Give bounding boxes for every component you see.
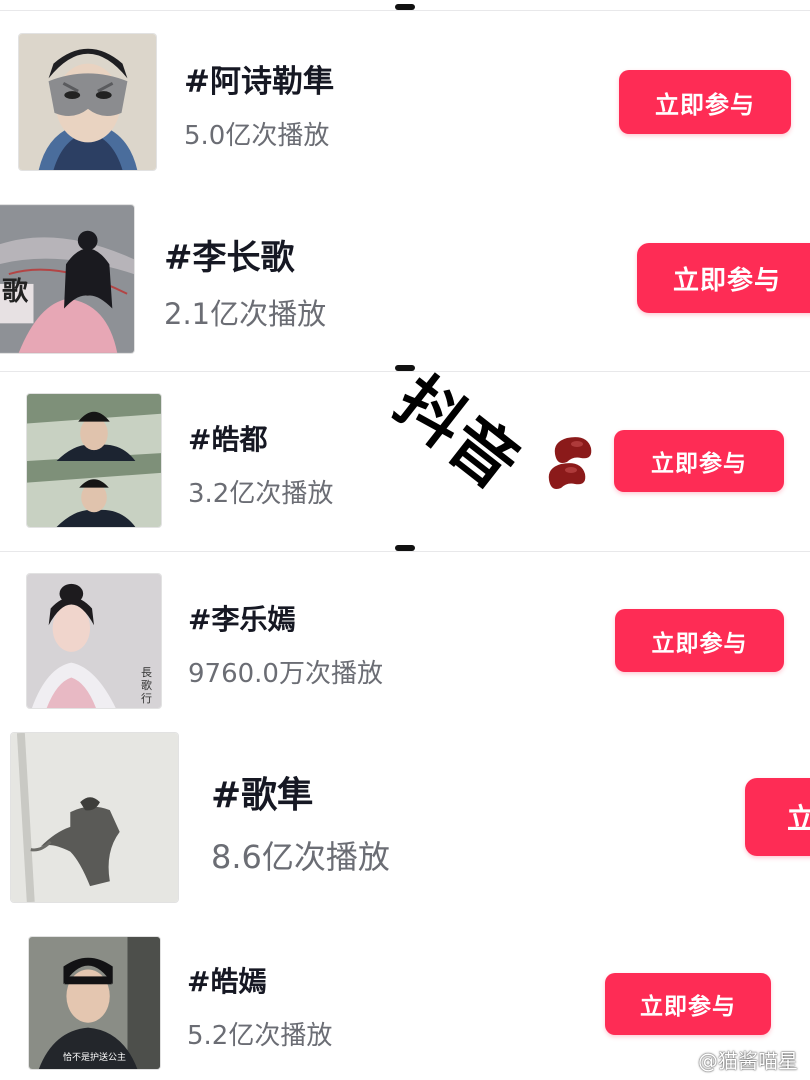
list-item[interactable]: 長歌行 #李乐嫣 9760.0万次播放 立即参与: [0, 558, 810, 718]
thumbnail: [18, 33, 157, 171]
thumbnail: [26, 393, 162, 528]
play-count: 5.0亿次播放: [184, 121, 330, 151]
join-button[interactable]: 立即参与: [615, 609, 784, 672]
screenshot-seam: [0, 10, 810, 11]
weibo-logo-icon: [668, 1051, 693, 1070]
play-count: 5.2亿次播放: [187, 1021, 333, 1051]
hashtag-title[interactable]: #皓嫣: [187, 960, 266, 1000]
screenshot-seam: [0, 371, 810, 372]
thumbnail: 歌: [0, 204, 135, 354]
thumbnail-caption: 恰不是护送公主: [62, 1053, 126, 1063]
thumbnail: [10, 732, 179, 903]
thumbnail-caption: 長歌行: [141, 666, 152, 705]
masked-man-icon: [19, 34, 156, 170]
join-button[interactable]: 立即参与: [614, 430, 784, 492]
kidney-beans-icon: [548, 437, 592, 489]
join-button[interactable]: 立即参与: [637, 243, 810, 313]
list-item[interactable]: #歌隼 8.6亿次播放 立: [0, 722, 810, 912]
list-item[interactable]: 歌 #李长歌 2.1亿次播放 立即参与: [0, 190, 810, 368]
thumbnail-caption: 歌: [2, 277, 29, 307]
join-button[interactable]: 立即参与: [605, 973, 771, 1035]
list-item[interactable]: #阿诗勒隼 5.0亿次播放 立即参与: [0, 20, 810, 185]
hashtag-title[interactable]: #皓都: [188, 418, 267, 458]
hashtag-title[interactable]: #歌隼: [211, 766, 313, 818]
guard-icon: [27, 394, 161, 527]
play-count: 3.2亿次播放: [188, 479, 334, 509]
hashtag-title[interactable]: #阿诗勒隼: [184, 56, 334, 101]
thumbnail: 恰不是护送公主: [28, 936, 161, 1070]
thumbnail: 長歌行: [26, 573, 162, 709]
play-count: 2.1亿次播放: [164, 297, 327, 331]
drag-handle: [395, 4, 415, 10]
ink-painting-icon: [11, 733, 178, 902]
screenshot-seam: [0, 551, 810, 552]
hashtag-title[interactable]: #李长歌: [164, 230, 295, 279]
hashtag-title[interactable]: #李乐嫣: [188, 598, 295, 638]
weibo-watermark: @猫酱喵星: [668, 1045, 798, 1074]
play-count: 8.6亿次播放: [211, 838, 390, 876]
play-count: 9760.0万次播放: [188, 659, 383, 689]
join-button[interactable]: 立: [745, 778, 810, 856]
watermark-text: @猫酱喵星: [698, 1049, 798, 1073]
join-button[interactable]: 立即参与: [619, 70, 791, 134]
